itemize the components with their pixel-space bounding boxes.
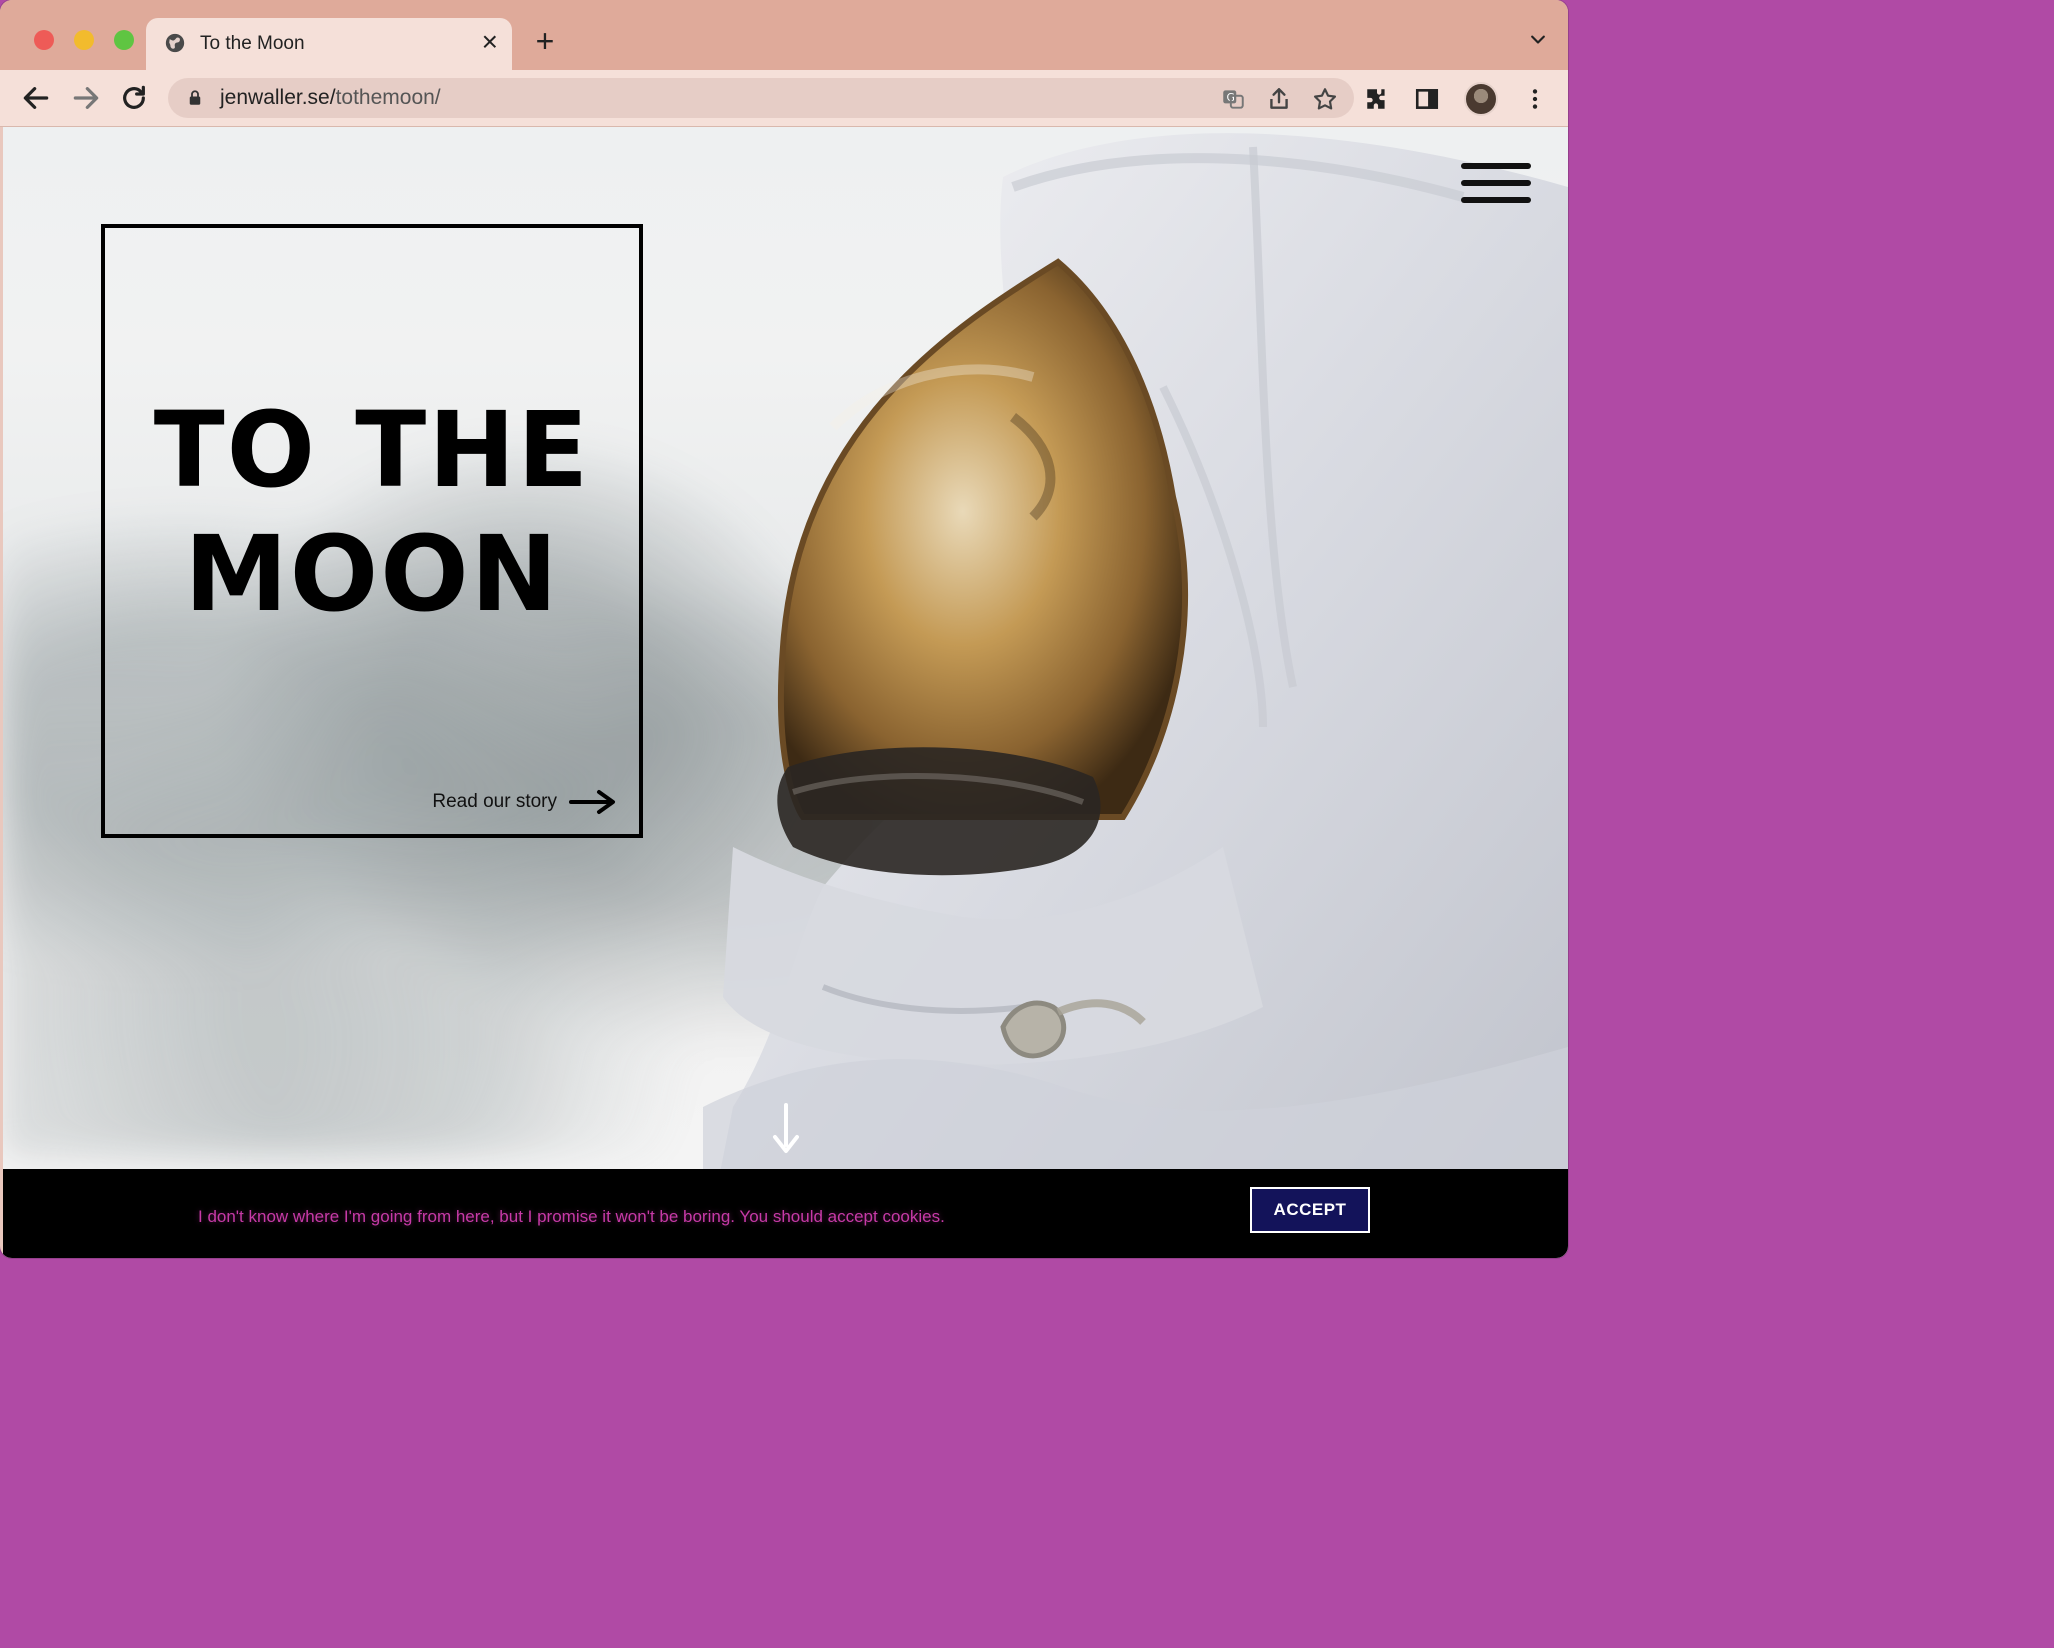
- tab-strip: To the Moon × +: [0, 0, 1568, 70]
- side-panel-icon[interactable]: [1414, 86, 1440, 112]
- kebab-menu-icon[interactable]: [1522, 86, 1548, 112]
- star-icon[interactable]: [1312, 86, 1338, 112]
- chevron-down-icon[interactable]: [1528, 30, 1548, 50]
- window-controls: [34, 30, 134, 50]
- page-viewport: TO THE MOON Read our story I don't know …: [3, 127, 1568, 1258]
- maximize-window-button[interactable]: [114, 30, 134, 50]
- toolbar-right-actions: [1364, 82, 1548, 116]
- page-title: TO THE MOON: [105, 388, 639, 636]
- forward-arrow-icon[interactable]: [70, 82, 102, 114]
- arrow-down-icon[interactable]: [771, 1103, 801, 1155]
- close-window-button[interactable]: [34, 30, 54, 50]
- plus-icon[interactable]: +: [530, 25, 560, 57]
- read-our-story-link[interactable]: Read our story: [432, 788, 617, 816]
- title-line-1: TO THE: [153, 389, 591, 511]
- url-host: jenwaller.se/: [220, 86, 336, 109]
- puzzle-icon[interactable]: [1364, 86, 1390, 112]
- share-icon[interactable]: [1266, 86, 1292, 112]
- title-line-2: MOON: [184, 513, 560, 635]
- astronaut-image: [703, 133, 1568, 1258]
- cookie-banner: I don't know where I'm going from here, …: [3, 1169, 1568, 1258]
- url-text[interactable]: jenwaller.se/tothemoon/: [220, 86, 441, 110]
- hamburger-menu-icon[interactable]: [1461, 163, 1531, 207]
- browser-toolbar: jenwaller.se/tothemoon/ G: [0, 70, 1568, 127]
- address-bar-actions: G: [1220, 86, 1338, 112]
- browser-window: To the Moon × + jenwaller.se/tothemoon/: [0, 0, 1568, 1258]
- reload-icon[interactable]: [118, 82, 150, 114]
- avatar[interactable]: [1464, 82, 1498, 116]
- accept-button[interactable]: ACCEPT: [1250, 1187, 1370, 1233]
- back-arrow-icon[interactable]: [20, 82, 52, 114]
- minimize-window-button[interactable]: [74, 30, 94, 50]
- close-icon[interactable]: ×: [482, 28, 498, 56]
- url-path: tothemoon/: [335, 86, 441, 109]
- tab-active[interactable]: To the Moon ×: [146, 18, 512, 70]
- arrow-right-icon: [569, 790, 615, 814]
- read-our-story-label: Read our story: [432, 791, 557, 812]
- hero-card: TO THE MOON Read our story: [101, 224, 643, 838]
- address-bar[interactable]: jenwaller.se/tothemoon/ G: [168, 78, 1354, 118]
- cookie-message: I don't know where I'm going from here, …: [198, 1207, 945, 1226]
- globe-icon: [165, 33, 185, 53]
- lock-icon: [189, 90, 201, 105]
- translate-icon[interactable]: G: [1220, 86, 1246, 112]
- tab-title: To the Moon: [200, 33, 305, 54]
